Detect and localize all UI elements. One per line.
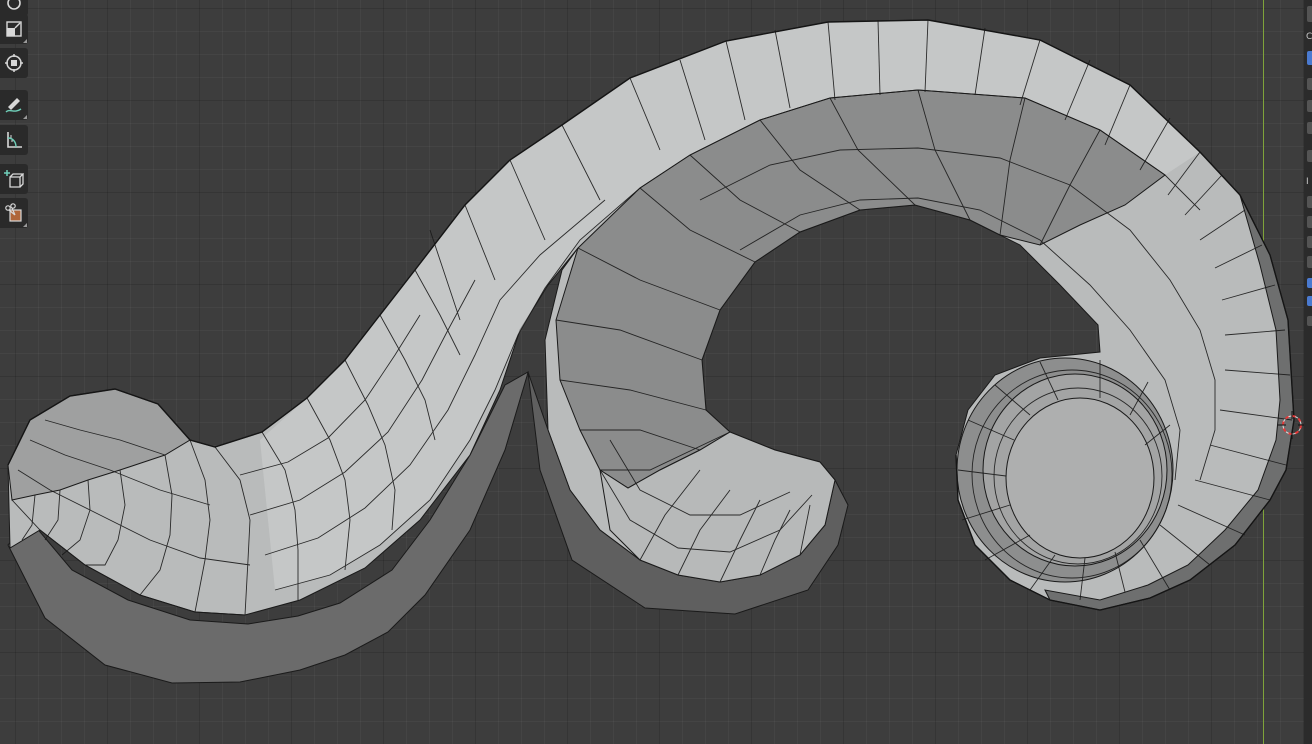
panel-field[interactable] — [1307, 216, 1312, 228]
tool-measure[interactable] — [0, 125, 28, 155]
panel-field[interactable] — [1307, 78, 1312, 90]
spiral-end-cap-face — [1005, 397, 1155, 559]
tool-annotate[interactable] — [0, 90, 28, 120]
panel-field[interactable] — [1307, 6, 1312, 22]
panel-active-field[interactable] — [1307, 51, 1312, 65]
panel-checkbox[interactable] — [1307, 278, 1312, 288]
tool-scale[interactable] — [0, 14, 28, 44]
3d-cursor-icon[interactable] — [1278, 411, 1306, 439]
panel-label: I — [1306, 177, 1309, 187]
panel-checkbox[interactable] — [1307, 296, 1312, 306]
tool-knife[interactable] — [0, 198, 28, 228]
rotate-icon — [7, 0, 21, 10]
panel-field[interactable] — [1307, 196, 1312, 208]
add-cube-icon — [4, 170, 24, 188]
panel-field[interactable] — [1307, 100, 1312, 112]
annotate-icon — [5, 98, 22, 113]
panel-field[interactable] — [1307, 122, 1312, 134]
transform-icon — [5, 54, 23, 72]
tool-transform[interactable] — [0, 48, 28, 78]
measure-icon — [7, 132, 22, 148]
panel-field[interactable] — [1307, 316, 1312, 326]
knife-icon — [5, 203, 22, 222]
panel-field[interactable] — [1307, 236, 1312, 248]
panel-field[interactable] — [1307, 256, 1312, 268]
scale-icon — [6, 21, 22, 37]
tool-add-cube[interactable] — [0, 164, 28, 194]
panel-field[interactable] — [1307, 150, 1312, 162]
scroll-mesh-object[interactable] — [0, 0, 1312, 744]
3d-viewport[interactable] — [0, 0, 1312, 744]
panel-label: C — [1306, 32, 1312, 42]
